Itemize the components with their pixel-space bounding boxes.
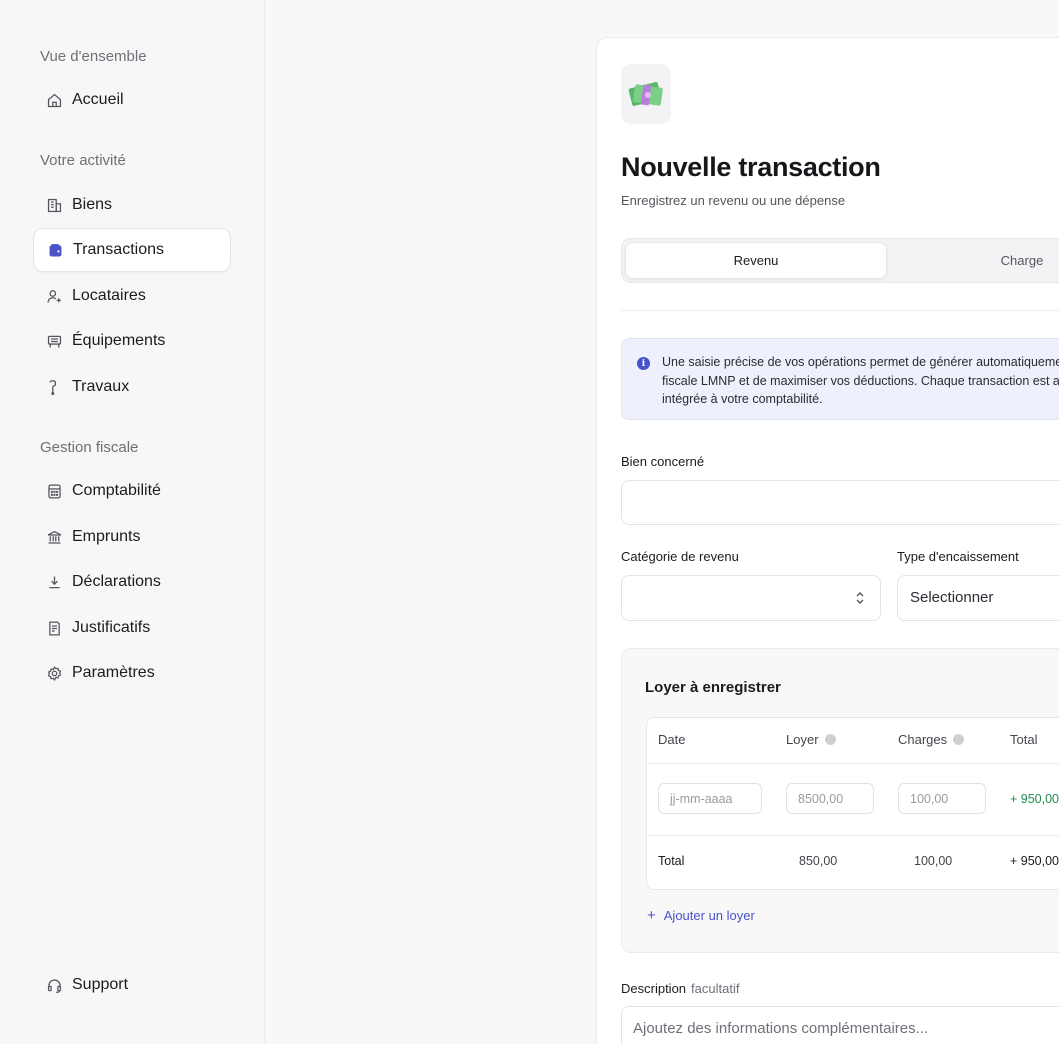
help-icon[interactable]	[953, 734, 965, 745]
sidebar-item-biens[interactable]: Biens	[33, 183, 231, 227]
add-loyer-label: Ajouter un loyer	[663, 908, 755, 923]
header-loyer: Loyer	[786, 732, 836, 747]
categorie-label: Catégorie de revenu	[621, 549, 739, 564]
download-icon	[45, 573, 63, 591]
page-subtitle: Enregistrez un revenu ou une dépense	[621, 193, 846, 208]
sidebar-item-justificatifs[interactable]: Justificatifs	[33, 606, 231, 650]
sidebar-item-label: Justificatifs	[72, 619, 151, 636]
type-encaissement-label: Type d'encaissement	[897, 549, 1019, 564]
paint-roller-icon	[45, 378, 63, 396]
loyer-input[interactable]: 8500,00	[786, 783, 874, 814]
header-total: Total	[1010, 732, 1038, 747]
sidebar-item-label: Locataires	[72, 287, 146, 304]
home-icon	[45, 91, 63, 109]
page-title: Nouvelle transaction	[621, 152, 881, 182]
header-charges: Charges	[898, 732, 965, 747]
user-add-icon	[45, 287, 63, 305]
footer-total-label: Total	[658, 854, 685, 868]
loyer-panel: Loyer à enregistrer Date Loyer Charges T…	[621, 648, 1059, 953]
sidebar-item-emprunts[interactable]: Emprunts	[33, 515, 231, 559]
type-encaissement-select[interactable]: Selectionner	[897, 575, 1059, 621]
sidebar-item-support[interactable]: Support	[33, 963, 231, 1007]
sidebar-item-label: Déclarations	[72, 573, 161, 590]
section-label-overview: Vue d'ensemble	[40, 48, 147, 65]
building-icon	[45, 196, 63, 214]
header-date: Date	[658, 732, 686, 747]
section-label-activity: Votre activité	[40, 152, 126, 169]
help-icon[interactable]	[824, 734, 836, 745]
row-total: + 950,00	[1010, 792, 1059, 806]
headset-icon	[45, 976, 63, 994]
sidebar-item-equipements[interactable]: Équipements	[33, 319, 231, 363]
add-loyer-button[interactable]: + Ajouter un loyer	[647, 907, 755, 924]
sidebar-item-declarations[interactable]: Déclarations	[33, 560, 231, 604]
bien-select[interactable]	[621, 480, 1059, 525]
description-placeholder: Ajoutez des informations complémentaires…	[633, 1020, 929, 1037]
sidebar-item-label: Emprunts	[72, 528, 141, 545]
loyer-panel-title: Loyer à enregistrer	[645, 679, 781, 696]
tab-charge[interactable]: Charge	[962, 242, 1059, 279]
info-text: Une saisie précise de vos opérations per…	[662, 355, 1059, 406]
footer-charges-total: 100,00	[914, 854, 953, 868]
sidebar-item-label: Accueil	[72, 91, 124, 108]
sidebar-item-label: Support	[72, 976, 129, 993]
sidebar-item-label: Transactions	[73, 241, 164, 258]
sidebar: Vue d'ensemble Accueil Votre activité Bi…	[0, 0, 265, 1044]
footer-grand-total: + 950,00	[1010, 854, 1059, 868]
sidebar-item-travaux[interactable]: Travaux	[33, 365, 231, 409]
description-textarea[interactable]: Ajoutez des informations complémentaires…	[621, 1006, 1059, 1044]
sidebar-item-label: Travaux	[72, 378, 130, 395]
type-encaissement-value: Selectionner	[910, 589, 994, 606]
sidebar-item-parametres[interactable]: Paramètres	[33, 651, 231, 695]
sidebar-item-label: Paramètres	[72, 664, 155, 681]
sidebar-item-label: Comptabilité	[72, 482, 161, 499]
info-icon: i	[637, 357, 650, 370]
calculator-icon	[45, 482, 63, 500]
gear-icon	[45, 664, 63, 682]
sidebar-item-label: Biens	[72, 196, 113, 213]
loyer-table: Date Loyer Charges Total jj-mm-aaaa 8500…	[646, 717, 1059, 890]
sidebar-item-accueil[interactable]: Accueil	[33, 78, 231, 122]
tab-revenu[interactable]: Revenu	[625, 242, 887, 279]
receipt-icon	[45, 619, 63, 637]
row-separator	[647, 835, 1059, 836]
bien-label: Bien concerné	[621, 454, 705, 469]
footer-loyer-total: 850,00	[799, 854, 838, 868]
optional-hint: facultatif	[691, 981, 740, 996]
furniture-icon	[45, 332, 63, 350]
wallet-icon	[46, 241, 64, 259]
description-label: Description facultatif	[621, 981, 740, 996]
transaction-type-tabs: Revenu Charge	[621, 238, 1059, 283]
section-label-fiscal: Gestion fiscale	[40, 439, 139, 456]
info-banner: i Une saisie précise de vos opérations p…	[621, 338, 1059, 420]
transaction-form-card: Nouvelle transaction Enregistrez un reve…	[596, 37, 1059, 1044]
charges-input[interactable]: 100,00	[898, 783, 986, 814]
sidebar-item-transactions[interactable]: Transactions	[33, 228, 231, 272]
sidebar-item-label: Équipements	[72, 332, 166, 349]
chevron-updown-icon	[856, 592, 864, 604]
sidebar-item-comptabilite[interactable]: Comptabilité	[33, 469, 231, 513]
money-icon	[621, 64, 671, 124]
divider	[621, 310, 1059, 311]
sidebar-item-locataires[interactable]: Locataires	[33, 274, 231, 318]
plus-icon: +	[647, 907, 656, 924]
row-separator	[647, 763, 1059, 764]
date-input[interactable]: jj-mm-aaaa	[658, 783, 762, 814]
categorie-select[interactable]	[621, 575, 881, 621]
bank-icon	[45, 528, 63, 546]
